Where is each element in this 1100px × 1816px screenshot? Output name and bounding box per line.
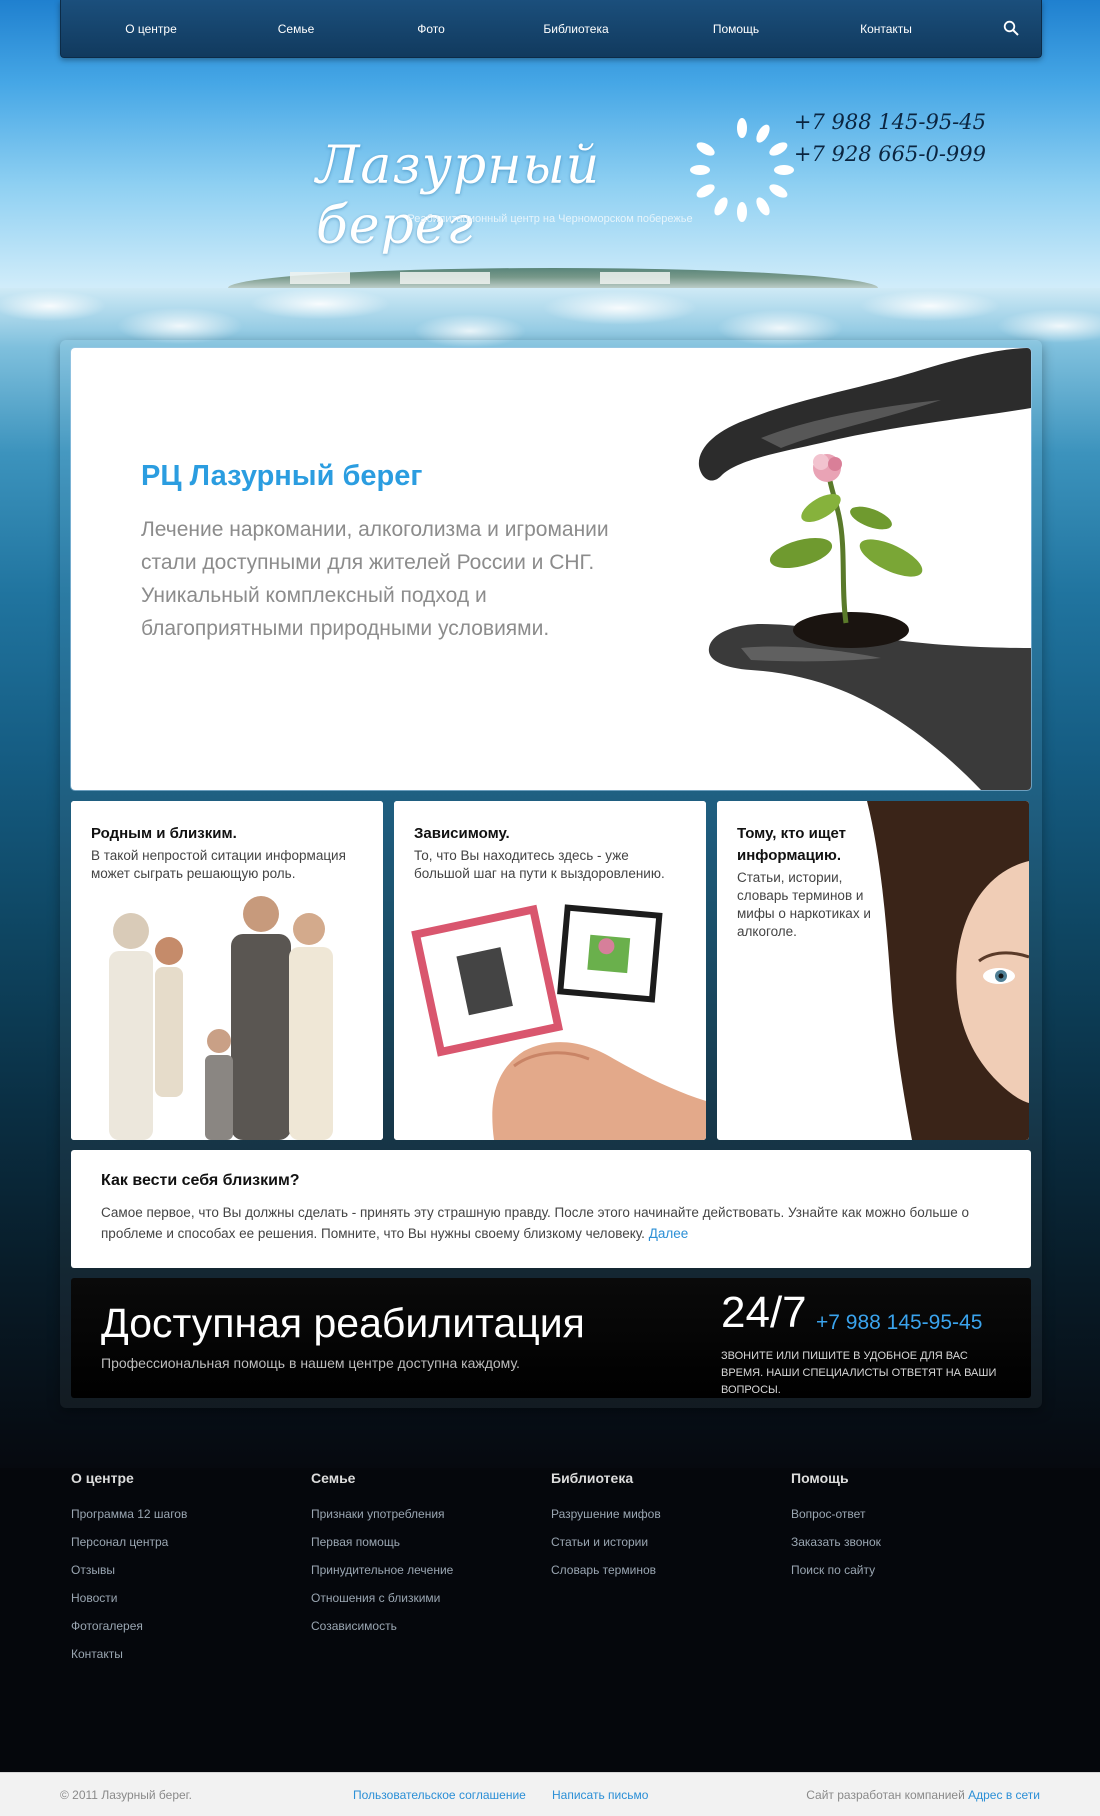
footer-column-title: Помощь	[791, 1470, 849, 1486]
site-tagline: Реабилитационный центр на Черноморском п…	[407, 213, 693, 225]
header-phones: +7 988 145-95-45 +7 928 665-0-999	[786, 106, 986, 170]
footer-link[interactable]: Созависимость	[311, 1612, 531, 1640]
hero-title: РЦ Лазурный берег	[141, 460, 423, 492]
footer-link[interactable]: Новости	[71, 1584, 291, 1612]
footer-link[interactable]: Первая помощь	[311, 1528, 531, 1556]
header-phone-1[interactable]: +7 988 145-95-45	[786, 106, 986, 138]
nav-item-about[interactable]: О центре	[81, 0, 221, 58]
card-text: В такой непростой ситации информация мож…	[91, 848, 346, 881]
footer-column-title: Семье	[311, 1470, 356, 1486]
footer-link[interactable]: Отзывы	[71, 1556, 291, 1584]
footer-link[interactable]: Заказать звонок	[791, 1528, 1011, 1556]
footer-link[interactable]: Поиск по сайту	[791, 1556, 1011, 1584]
info-text-body: Самое первое, что Вы должны сделать - пр…	[101, 1205, 969, 1241]
bottom-bar: © 2011 Лазурный берег. Пользовательское …	[0, 1772, 1100, 1816]
footer-link[interactable]: Статьи и истории	[551, 1528, 771, 1556]
footer-link[interactable]: Разрушение мифов	[551, 1500, 771, 1528]
footer-column-title: Библиотека	[551, 1470, 634, 1486]
developer-prefix: Сайт разработан компанией	[806, 1788, 965, 1802]
promo-hours: 24/7	[721, 1288, 807, 1337]
developer-credit: Сайт разработан компанией Адрес в сети	[806, 1788, 1040, 1802]
search-icon[interactable]	[1003, 20, 1019, 36]
write-letter-link[interactable]: Написать письмо	[552, 1788, 648, 1802]
read-more-link[interactable]: Далее	[649, 1226, 689, 1241]
info-text: Самое первое, что Вы должны сделать - пр…	[101, 1202, 1001, 1244]
promo-title: Доступная реабилитация	[101, 1300, 585, 1346]
info-title: Как вести себя близким?	[101, 1172, 300, 1189]
footer-link[interactable]: Вопрос-ответ	[791, 1500, 1011, 1528]
card-text: То, что Вы находитесь здесь - уже большо…	[414, 848, 665, 881]
hero-banner: РЦ Лазурный берег Лечение наркомании, ал…	[71, 348, 1031, 790]
promo-subtitle: Профессиональная помощь в нашем центре д…	[101, 1355, 520, 1371]
nav-item-help[interactable]: Помощь	[661, 0, 811, 58]
footer-column-help: Помощь Вопрос-ответ Заказать звонок Поис…	[791, 1470, 1011, 1584]
site-logo-text[interactable]: Лазурный берег	[316, 136, 686, 256]
footer-link[interactable]: Отношения с близкими	[311, 1584, 531, 1612]
promo-banner: Доступная реабилитация Профессиональная …	[71, 1278, 1031, 1398]
relatives-advice-box: Как вести себя близким? Самое первое, чт…	[71, 1150, 1031, 1268]
nav-item-library[interactable]: Библиотека	[501, 0, 651, 58]
sun-logo-icon	[690, 118, 794, 222]
footer-link[interactable]: Принудительное лечение	[311, 1556, 531, 1584]
hands-plant-image	[698, 348, 1031, 790]
nav-item-photo[interactable]: Фото	[371, 0, 491, 58]
card-info-seekers[interactable]: Тому, кто ищет информацию. Статьи, истор…	[717, 801, 1029, 1140]
hero-text: Лечение наркомании, алкоголизма и игрома…	[141, 518, 609, 640]
developer-link[interactable]: Адрес в сети	[968, 1788, 1040, 1802]
copyright: © 2011 Лазурный берег.	[60, 1788, 192, 1802]
header-phone-2[interactable]: +7 928 665-0-999	[786, 138, 986, 170]
nav-item-contacts[interactable]: Контакты	[816, 0, 956, 58]
promo-note: ЗВОНИТЕ ИЛИ ПИШИТЕ В УДОБНОЕ ДЛЯ ВАС ВРЕ…	[721, 1350, 997, 1396]
footer-column-title: О центре	[71, 1470, 134, 1486]
card-relatives[interactable]: Родным и близким. В такой непростой сита…	[71, 801, 383, 1140]
card-text: Статьи, истории, словарь терминов и мифы…	[737, 870, 871, 939]
card-addicted[interactable]: Зависимому. То, что Вы находитесь здесь …	[394, 801, 706, 1140]
promo-phone[interactable]: +7 988 145-95-45	[816, 1311, 982, 1335]
footer-column-family: Семье Признаки употребления Первая помощ…	[311, 1470, 531, 1640]
footer-link[interactable]: Словарь терминов	[551, 1556, 771, 1584]
card-title: Зависимому.	[414, 825, 510, 842]
footer-column-library: Библиотека Разрушение мифов Статьи и ист…	[551, 1470, 771, 1584]
footer-link[interactable]: Контакты	[71, 1640, 291, 1668]
top-nav: О центре Семье Фото Библиотека Помощь Ко…	[60, 0, 1042, 58]
card-title: Тому, кто ищет информацию.	[737, 825, 846, 864]
footer-link[interactable]: Программа 12 шагов	[71, 1500, 291, 1528]
nav-item-family[interactable]: Семье	[236, 0, 356, 58]
card-title: Родным и близким.	[91, 825, 237, 842]
user-agreement-link[interactable]: Пользовательское соглашение	[353, 1788, 526, 1802]
footer-link[interactable]: Персонал центра	[71, 1528, 291, 1556]
footer-column-about: О центре Программа 12 шагов Персонал цен…	[71, 1470, 291, 1668]
footer-link[interactable]: Фотогалерея	[71, 1612, 291, 1640]
footer-link[interactable]: Признаки употребления	[311, 1500, 531, 1528]
